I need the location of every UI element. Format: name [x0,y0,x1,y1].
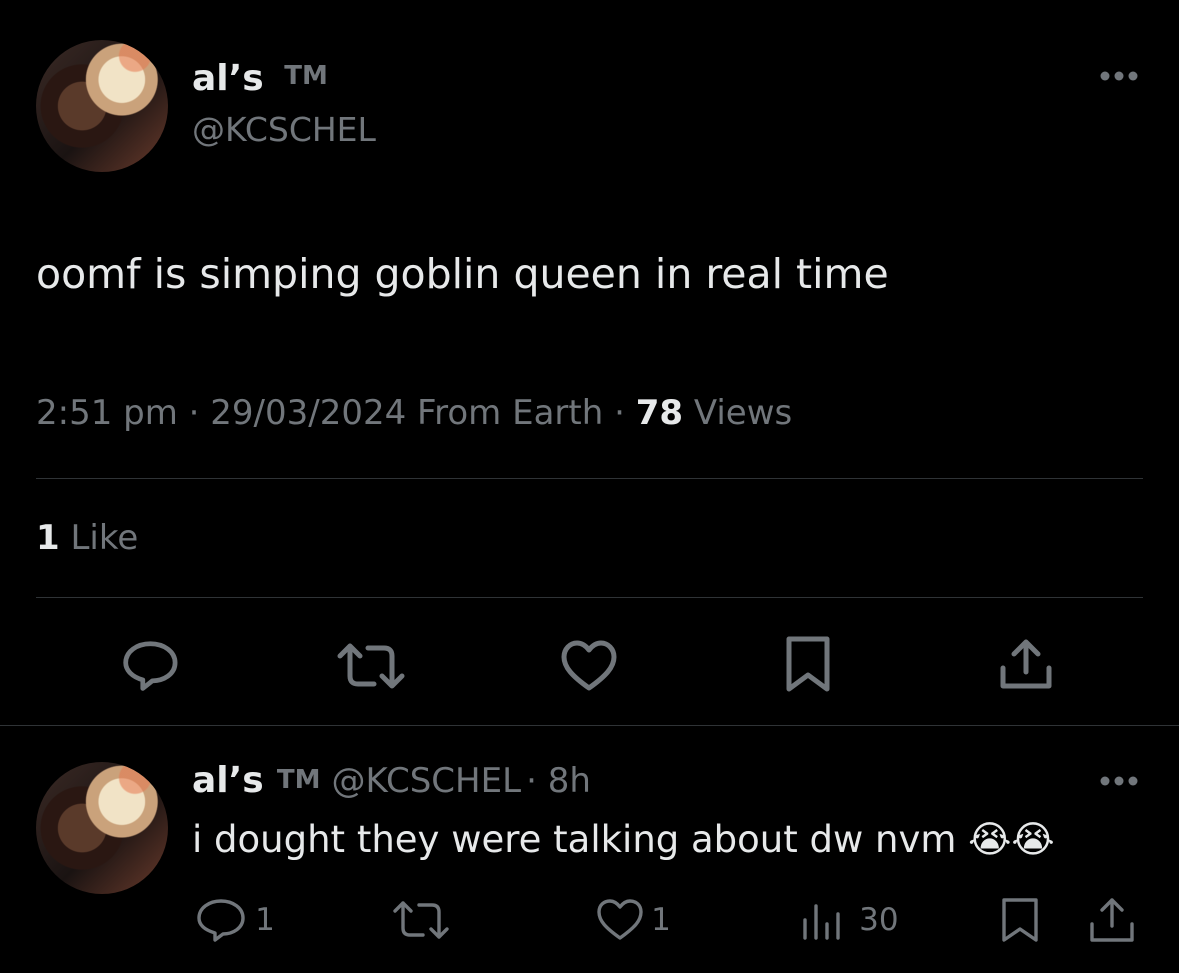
reply-handle[interactable]: @KCSCHEL [332,761,522,801]
like-button[interactable] [560,640,618,692]
divider [0,725,1179,726]
reply-views-button[interactable]: 30 [800,898,899,942]
like-icon [597,899,643,940]
handle[interactable]: @KCSCHEL [192,110,376,149]
tweet-meta: 2:51 pm · 29/03/2024 From Earth · 78 Vie… [36,393,792,433]
reply-age[interactable]: · 8h [526,761,591,801]
reply-icon [123,641,178,691]
reply-more-icon[interactable] [1095,771,1145,795]
more-icon[interactable] [1095,66,1145,90]
tweet-timestamp[interactable]: 2:51 pm · 29/03/2024 From Earth · [36,393,625,433]
reply-view-count: 30 [859,902,899,938]
retweet-button[interactable] [336,640,406,692]
name-suffix: TM [284,61,328,91]
share-icon [1090,898,1134,942]
reply-text: i dought they were talking about dw nvm … [192,818,1055,861]
views-label: Views [693,393,793,433]
views-icon [803,904,840,940]
display-name[interactable]: al’s TM [192,58,328,99]
reply-bookmark-button[interactable] [1000,896,1040,944]
reply-share-button[interactable] [1088,896,1136,944]
share-button[interactable] [998,636,1054,692]
likes-count: 1 [36,518,60,558]
reply-like-button[interactable]: 1 [596,898,671,942]
reply-display-name[interactable]: al’s [192,760,264,801]
like-icon [561,640,617,691]
likes-summary[interactable]: 1 Like [36,518,138,558]
retweet-icon [393,901,449,939]
avatar[interactable] [36,40,168,172]
divider [36,478,1143,479]
reply-count: 1 [255,902,275,938]
divider [36,597,1143,598]
reply-name-suffix: TM [276,765,321,795]
retweet-icon [337,643,405,689]
display-name-text: al’s [192,58,264,99]
reply-avatar[interactable] [36,762,168,894]
reply-icon [197,899,245,942]
bookmark-button[interactable] [785,635,831,693]
tweet-text: oomf is simping goblin queen in real tim… [36,250,889,298]
reply-like-count: 1 [651,902,671,938]
bookmark-icon [1002,898,1038,942]
likes-label: Like [70,518,139,558]
reply-header: al’s TM @KCSCHEL · 8h [192,760,591,801]
share-icon [1000,639,1052,689]
reply-retweet-button[interactable] [392,898,450,942]
reply-button[interactable] [120,640,180,692]
views-count: 78 [635,393,684,433]
bookmark-icon [786,636,830,692]
reply-reply-button[interactable]: 1 [196,898,275,942]
